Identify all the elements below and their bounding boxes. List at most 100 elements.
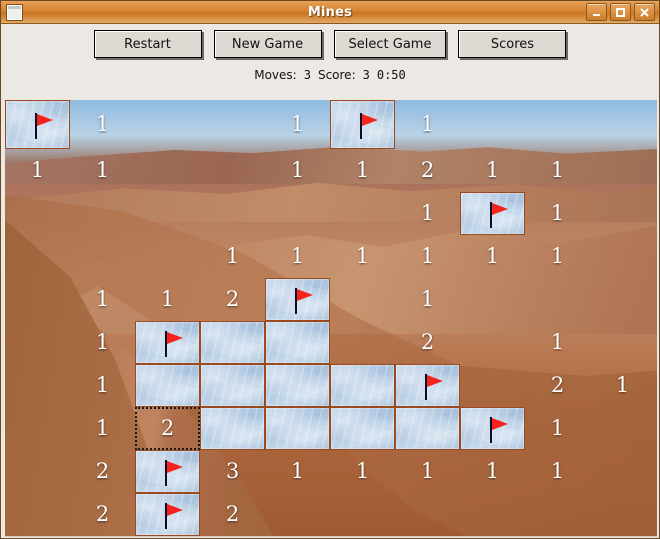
cell-empty[interactable] [330, 192, 395, 235]
cell-number[interactable]: 1 [590, 364, 655, 407]
cell-number[interactable]: 1 [5, 149, 70, 192]
cell-flag[interactable] [460, 407, 525, 450]
cell-covered[interactable] [330, 407, 395, 450]
cell-empty[interactable] [460, 321, 525, 364]
cell-number[interactable]: 1 [395, 278, 460, 321]
cell-flag[interactable] [135, 493, 200, 536]
window-menu-icon[interactable] [6, 3, 23, 21]
cell-number[interactable]: 1 [70, 100, 135, 149]
cell-flag[interactable] [395, 364, 460, 407]
cell-empty[interactable] [135, 192, 200, 235]
cell-flag[interactable] [330, 100, 395, 149]
cell-empty[interactable] [5, 407, 70, 450]
cell-number[interactable]: 2 [200, 278, 265, 321]
cell-empty[interactable] [5, 192, 70, 235]
minimize-icon[interactable] [586, 3, 607, 21]
cell-empty[interactable] [590, 100, 655, 149]
select-game-button[interactable]: Select Game [333, 30, 447, 58]
cell-number[interactable]: 1 [70, 364, 135, 407]
cell-empty[interactable] [525, 278, 590, 321]
cell-number[interactable]: 1 [330, 235, 395, 278]
cell-flag[interactable] [5, 100, 70, 149]
cell-empty[interactable] [5, 278, 70, 321]
cell-covered[interactable] [135, 364, 200, 407]
cell-empty[interactable] [590, 278, 655, 321]
cell-number[interactable]: 1 [525, 407, 590, 450]
cell-empty[interactable] [135, 149, 200, 192]
cell-number[interactable]: 1 [265, 450, 330, 493]
restart-button[interactable]: Restart [93, 30, 202, 58]
cell-number[interactable]: 1 [330, 450, 395, 493]
cell-covered[interactable] [265, 364, 330, 407]
cell-focused[interactable]: 2 [135, 407, 200, 450]
cell-number[interactable]: 1 [395, 450, 460, 493]
cell-flag[interactable] [135, 450, 200, 493]
cell-number[interactable]: 1 [525, 149, 590, 192]
cell-number[interactable]: 1 [460, 235, 525, 278]
cell-number[interactable]: 1 [70, 149, 135, 192]
cell-number[interactable]: 2 [70, 493, 135, 536]
cell-empty[interactable] [135, 100, 200, 149]
cell-number[interactable]: 1 [395, 192, 460, 235]
maximize-icon[interactable] [610, 3, 631, 21]
cell-flag[interactable] [460, 192, 525, 235]
cell-empty[interactable] [525, 493, 590, 536]
cell-empty[interactable] [200, 149, 265, 192]
cell-covered[interactable] [265, 407, 330, 450]
cell-number[interactable]: 1 [70, 278, 135, 321]
mines-grid[interactable]: 1 1 1 1 1 1 1 2 1 1 1 1 1 1 1 1 1 1 1 1 2 1 1 2 1 1 2 1 1 2 1 2 3 1 1 1 1 1 2 2 [5, 100, 657, 536]
cell-empty[interactable] [5, 321, 70, 364]
cell-number[interactable]: 2 [395, 149, 460, 192]
cell-number[interactable]: 1 [265, 235, 330, 278]
cell-flag[interactable] [265, 278, 330, 321]
cell-number[interactable]: 2 [70, 450, 135, 493]
cell-number[interactable]: 1 [525, 235, 590, 278]
cell-covered[interactable] [265, 321, 330, 364]
cell-number[interactable]: 1 [70, 321, 135, 364]
cell-flag[interactable] [135, 321, 200, 364]
cell-covered[interactable] [395, 407, 460, 450]
title-bar[interactable]: Mines [1, 1, 659, 24]
cell-number[interactable]: 1 [70, 407, 135, 450]
cell-covered[interactable] [200, 321, 265, 364]
cell-empty[interactable] [525, 100, 590, 149]
cell-covered[interactable] [330, 364, 395, 407]
cell-empty[interactable] [460, 493, 525, 536]
cell-empty[interactable] [590, 407, 655, 450]
cell-empty[interactable] [265, 192, 330, 235]
cell-number[interactable]: 1 [200, 235, 265, 278]
cell-empty[interactable] [590, 192, 655, 235]
cell-empty[interactable] [5, 364, 70, 407]
cell-empty[interactable] [330, 278, 395, 321]
cell-number[interactable]: 1 [265, 100, 330, 149]
cell-empty[interactable] [265, 493, 330, 536]
cell-empty[interactable] [70, 192, 135, 235]
cell-number[interactable]: 1 [395, 235, 460, 278]
cell-number[interactable]: 2 [395, 321, 460, 364]
close-icon[interactable] [634, 3, 655, 21]
game-board[interactable]: 1 1 1 1 1 1 1 2 1 1 1 1 1 1 1 1 1 1 1 1 2 1 1 2 1 1 2 1 1 2 1 2 3 1 1 1 1 1 2 2 [5, 100, 657, 537]
new-game-button[interactable]: New Game [213, 30, 322, 58]
cell-covered[interactable] [200, 407, 265, 450]
cell-empty[interactable] [330, 321, 395, 364]
cell-number[interactable]: 1 [525, 321, 590, 364]
scores-button[interactable]: Scores [458, 30, 567, 58]
cell-number[interactable]: 1 [460, 149, 525, 192]
cell-number[interactable]: 3 [200, 450, 265, 493]
cell-empty[interactable] [460, 364, 525, 407]
cell-empty[interactable] [590, 149, 655, 192]
cell-covered[interactable] [200, 364, 265, 407]
cell-empty[interactable] [460, 100, 525, 149]
cell-empty[interactable] [200, 192, 265, 235]
cell-empty[interactable] [135, 235, 200, 278]
cell-empty[interactable] [460, 278, 525, 321]
cell-empty[interactable] [5, 450, 70, 493]
cell-empty[interactable] [590, 450, 655, 493]
cell-number[interactable]: 2 [200, 493, 265, 536]
cell-empty[interactable] [200, 100, 265, 149]
cell-empty[interactable] [70, 235, 135, 278]
cell-empty[interactable] [330, 493, 395, 536]
cell-number[interactable]: 1 [525, 450, 590, 493]
cell-empty[interactable] [5, 235, 70, 278]
cell-empty[interactable] [590, 321, 655, 364]
